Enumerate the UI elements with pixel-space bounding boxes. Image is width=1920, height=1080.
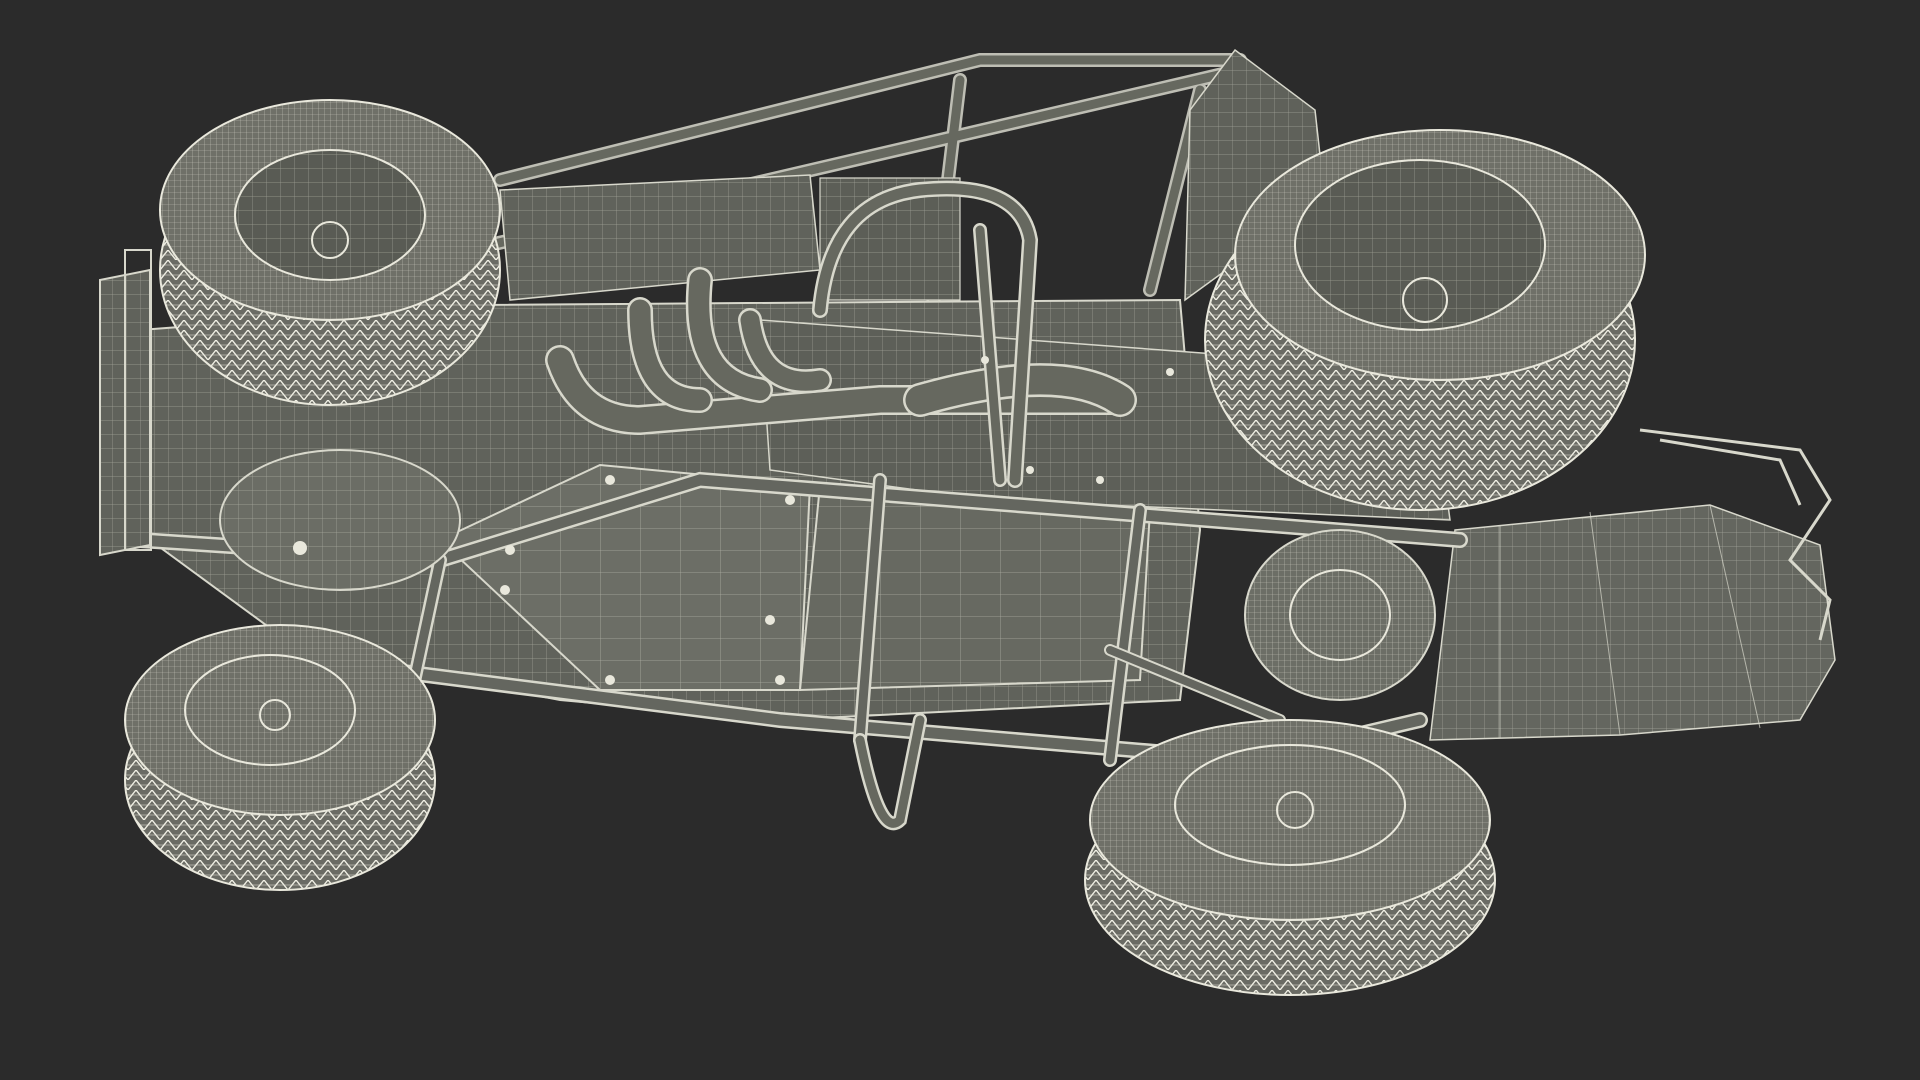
rear-differential (1244, 529, 1436, 701)
render-viewport (0, 0, 1920, 1080)
tire-rear-right (1204, 129, 1646, 511)
tire-rear-left (1084, 719, 1496, 996)
front-torsion-housing (219, 449, 461, 591)
front-nose-post (99, 249, 152, 557)
rear-tail-cowl (1429, 504, 1836, 741)
tire-front-left (159, 99, 501, 406)
sprint-car-wireframe-render (99, 48, 1836, 996)
tire-front-right (124, 624, 436, 891)
